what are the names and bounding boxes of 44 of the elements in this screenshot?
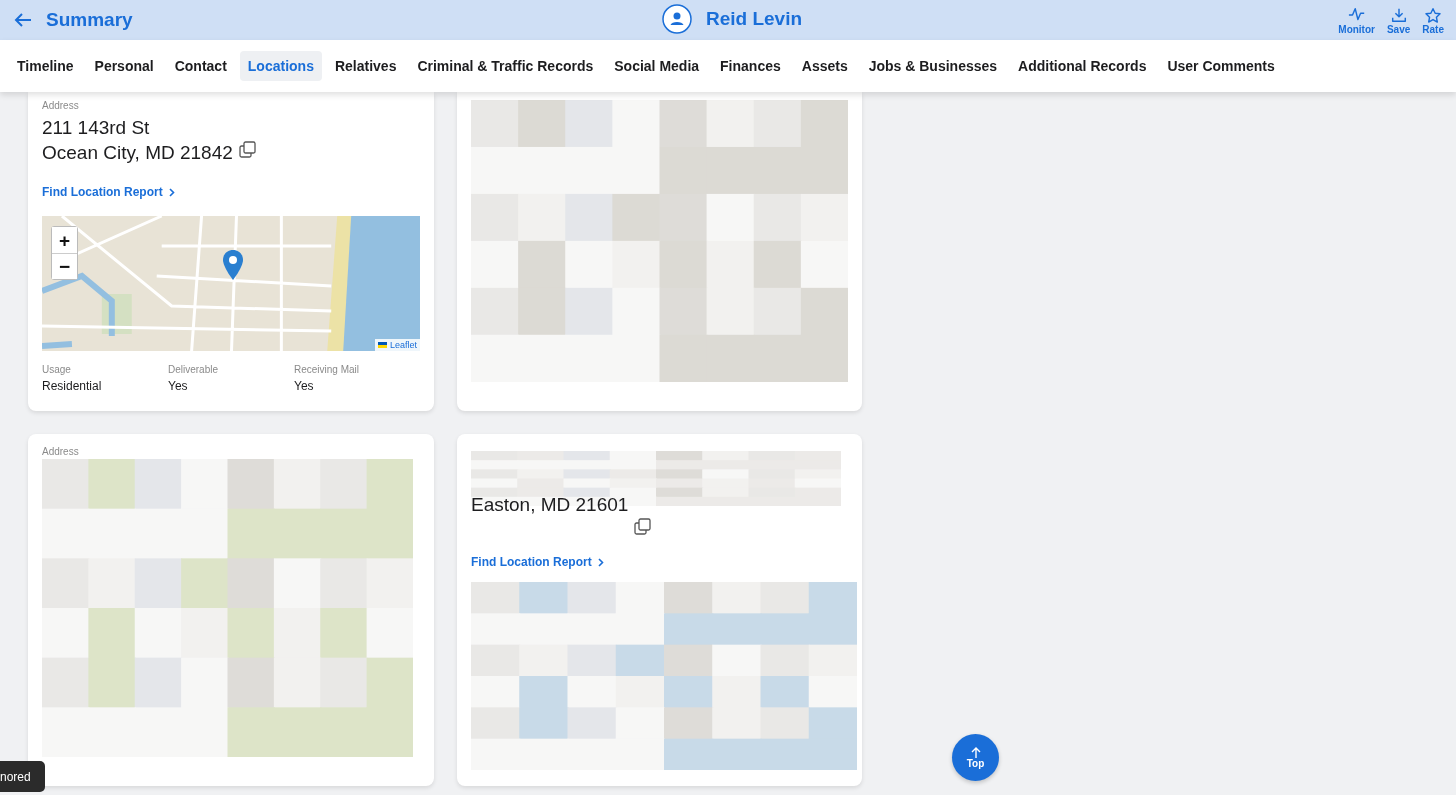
tab[interactable]: Additional Records: [1010, 51, 1155, 81]
chevron-icon: [168, 187, 175, 197]
back-arrow-icon: [14, 12, 32, 28]
toast: nored: [0, 761, 45, 792]
field-label: Address: [42, 100, 80, 111]
field-value: Yes: [294, 379, 315, 393]
map-pin-icon: [222, 249, 244, 281]
person-name: Reid Levin: [706, 8, 803, 30]
copy-icon[interactable]: [634, 518, 652, 535]
tab[interactable]: Assets: [793, 51, 856, 81]
find-report-link[interactable]: Find Location Report: [471, 555, 604, 569]
tab[interactable]: Social Media: [606, 51, 708, 81]
copy-icon[interactable]: [238, 141, 256, 158]
field-value: Residential: [42, 379, 103, 393]
field-value: Yes: [168, 379, 189, 393]
field-label: Usage: [42, 364, 72, 375]
address-line: Easton, MD 21601: [471, 493, 629, 517]
tab[interactable]: Timeline: [9, 51, 82, 81]
action-button[interactable]: Monitor: [1338, 5, 1375, 35]
top-button[interactable]: Top: [952, 734, 999, 781]
tab[interactable]: Finances: [712, 51, 789, 81]
tab[interactable]: Locations: [239, 51, 322, 81]
tab[interactable]: Criminal & Traffic Records: [409, 51, 602, 81]
field-label: Receiving Mail: [294, 364, 361, 375]
find-report-link[interactable]: Find Location Report: [42, 185, 175, 199]
field-label: Address: [42, 446, 80, 457]
tab[interactable]: Personal: [86, 51, 162, 81]
chevron-icon: [597, 557, 604, 567]
action-button[interactable]: Save: [1386, 5, 1411, 35]
address-line: 211 143rd St: [42, 116, 151, 140]
address-line: Ocean City, MD 21842: [42, 141, 233, 165]
field-label: Deliverable: [168, 364, 220, 375]
tab[interactable]: Contact: [166, 51, 235, 81]
zoom-out-button[interactable]: −: [52, 253, 77, 279]
map-attribution[interactable]: Leaflet: [374, 339, 420, 351]
action-button[interactable]: Rate: [1422, 5, 1444, 35]
tab[interactable]: Relatives: [326, 51, 405, 81]
tab[interactable]: Jobs & Businesses: [860, 51, 1006, 81]
flag-icon: [377, 342, 387, 348]
star-icon: [1424, 5, 1443, 24]
tab[interactable]: User Comments: [1159, 51, 1283, 81]
avatar-icon: [662, 4, 692, 34]
back-button[interactable]: Summary: [14, 9, 133, 31]
up-arrow-icon: [970, 746, 981, 758]
